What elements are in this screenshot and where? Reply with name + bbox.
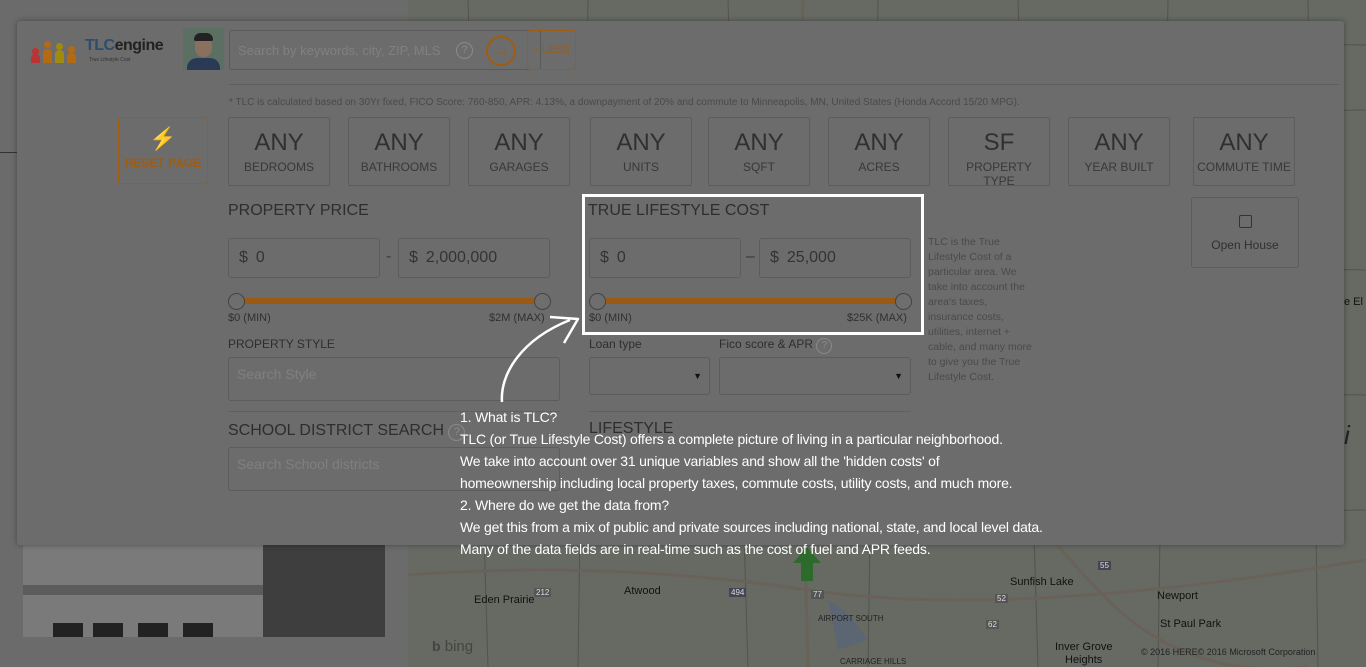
- map-copyright: © 2016 HERE© 2016 Microsoft Corporation: [1141, 647, 1316, 657]
- map-label: e El: [1344, 296, 1363, 308]
- reset-page-button[interactable]: ⚡ RESET PAGE: [118, 117, 208, 184]
- filter-bedrooms[interactable]: ANY BEDROOMS: [228, 117, 330, 186]
- help-icon[interactable]: ?: [816, 338, 833, 354]
- filter-acres[interactable]: ANY ACRES: [828, 117, 930, 186]
- map-label: CARRIAGE HILLS: [840, 657, 907, 666]
- property-style-label: PROPERTY STYLE: [228, 337, 335, 351]
- callout-line: homeownership including local property t…: [460, 475, 1013, 491]
- plug-icon: ⚡: [149, 126, 177, 151]
- tlc-explanation-callout: 1. What is TLC? TLC (or True Lifestyle C…: [460, 406, 1120, 560]
- price-min-input[interactable]: $0: [228, 238, 380, 278]
- filter-property-type[interactable]: SF PROPERTY TYPE: [948, 117, 1050, 188]
- divider: [229, 84, 1339, 85]
- callout-line: 1. What is TLC?: [460, 409, 558, 425]
- highway-shield: 55: [1098, 561, 1111, 570]
- fico-apr-select[interactable]: ▼: [719, 357, 911, 395]
- bing-logo: b bing: [432, 638, 474, 655]
- tlc-highlight-box: [582, 194, 924, 335]
- price-slider-min-handle[interactable]: [228, 293, 245, 310]
- highway-shield: 212: [534, 588, 552, 597]
- pointer-arrow-icon: [500, 315, 580, 403]
- caret-down-icon: ▼: [693, 371, 702, 381]
- open-house-toggle[interactable]: Open House: [1191, 197, 1299, 268]
- callout-line: TLC (or True Lifestyle Cost) offers a co…: [460, 431, 1003, 447]
- highway-shield: 77: [811, 590, 824, 599]
- search-bar: ? →: [229, 30, 541, 70]
- callout-line: 2. Where do we get the data from?: [460, 497, 669, 513]
- filter-units[interactable]: ANY UNITS: [590, 117, 692, 186]
- callout-line: We get this from a mix of public and pri…: [460, 519, 1043, 535]
- help-icon[interactable]: ?: [456, 42, 473, 59]
- filter-bathrooms[interactable]: ANY BATHROOMS: [348, 117, 450, 186]
- map-label: AIRPORT SOUTH: [818, 614, 884, 623]
- price-slider-track[interactable]: [236, 298, 543, 304]
- search-go-button[interactable]: →: [486, 36, 516, 66]
- loan-type-select[interactable]: ▼: [589, 357, 710, 395]
- callout-line: We take into account over 31 unique vari…: [460, 453, 940, 469]
- range-separator: -: [386, 248, 392, 265]
- school-district-title: SCHOOL DISTRICT SEARCH ?: [228, 422, 466, 441]
- fico-label: Fico score & APR ?: [719, 337, 833, 354]
- map-label: Heights: [1065, 654, 1103, 666]
- tlc-description: TLC is the True Lifestyle Cost of a part…: [928, 236, 1032, 383]
- highway-shield: 494: [729, 588, 747, 597]
- price-min-label: $0 (MIN): [228, 312, 271, 324]
- search-input[interactable]: [238, 39, 456, 61]
- map-label: Eden Prairie: [474, 594, 535, 606]
- filter-garages[interactable]: ANY GARAGES: [468, 117, 570, 186]
- callout-line: Many of the data fields are in real-time…: [460, 541, 931, 557]
- listing-photo[interactable]: [23, 545, 385, 637]
- filter-commute-time[interactable]: ANY COMMUTE TIME: [1193, 117, 1295, 186]
- property-price-title: PROPERTY PRICE: [228, 202, 369, 219]
- open-house-checkbox[interactable]: [1238, 215, 1252, 228]
- less-button[interactable]: – LESS: [527, 30, 576, 70]
- highway-shield: 52: [995, 594, 1008, 603]
- map-label: St Paul Park: [1160, 618, 1222, 630]
- loan-type-label: Loan type: [589, 337, 642, 351]
- filter-year-built[interactable]: ANY YEAR BUILT: [1068, 117, 1170, 186]
- map-label: Atwood: [624, 585, 661, 597]
- agent-avatar[interactable]: [183, 28, 224, 70]
- map-label: Inver Grove: [1055, 641, 1113, 653]
- tlc-footnote: * TLC is calculated based on 30Yr fixed,…: [229, 97, 1020, 108]
- map-label: Newport: [1157, 590, 1198, 602]
- highway-shield: 62: [986, 620, 999, 629]
- tlcengine-logo[interactable]: TLCengine True Lifestyle Cost: [27, 35, 179, 67]
- map-label: i: [1344, 420, 1350, 450]
- map-label: Sunfish Lake: [1010, 576, 1074, 588]
- filter-sqft[interactable]: ANY SQFT: [708, 117, 810, 186]
- price-max-input[interactable]: $2,000,000: [398, 238, 550, 278]
- caret-down-icon: ▼: [894, 371, 903, 381]
